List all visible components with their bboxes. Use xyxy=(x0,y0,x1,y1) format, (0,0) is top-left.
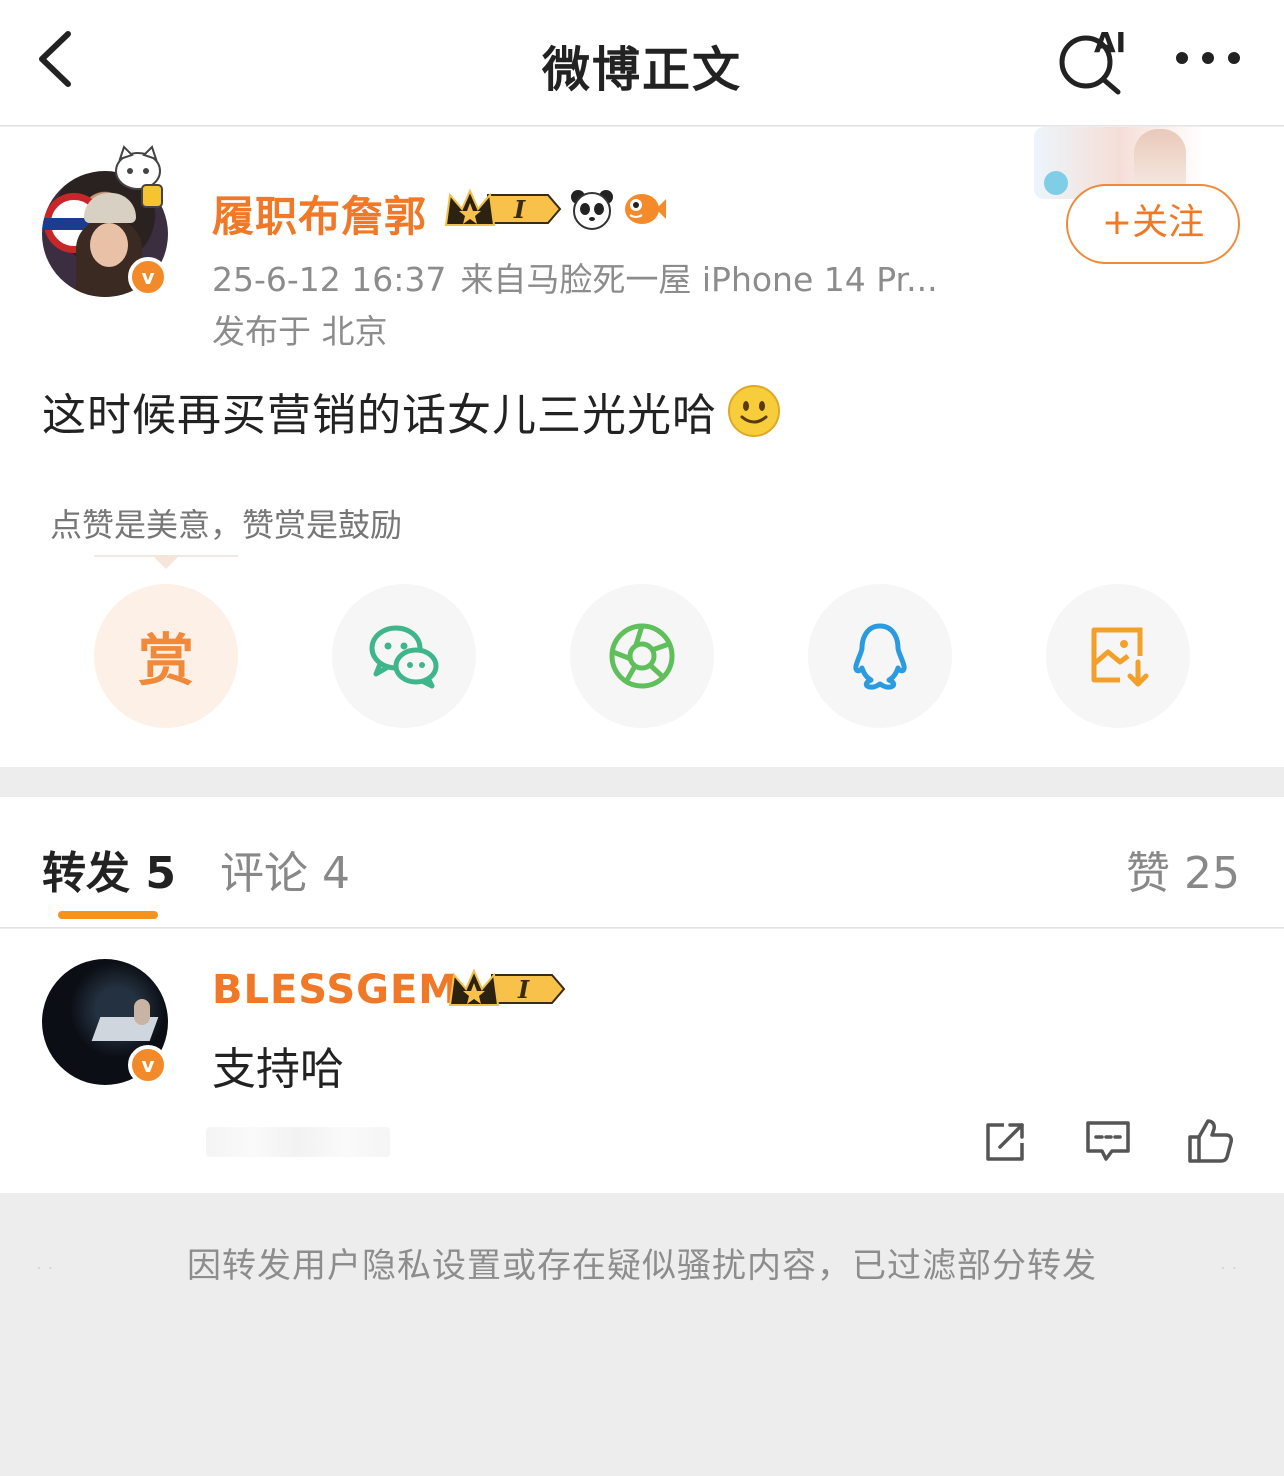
repost-user-avatar[interactable]: v xyxy=(42,959,170,1087)
more-options-icon[interactable] xyxy=(1168,38,1248,78)
tab-repost[interactable]: 转发 5 xyxy=(42,837,176,901)
decor-dots-right: · · xyxy=(1220,1258,1238,1279)
vip-crown-badge-icon[interactable]: I xyxy=(448,967,566,1011)
repost-actions xyxy=(982,1117,1234,1169)
smile-emoji-icon xyxy=(728,385,780,437)
share-wechat-button[interactable] xyxy=(332,584,476,728)
active-tab-indicator xyxy=(58,911,158,919)
save-image-icon xyxy=(1091,627,1149,687)
follow-button[interactable]: +关注 xyxy=(1066,184,1240,264)
moments-icon xyxy=(609,623,675,689)
verified-badge: v xyxy=(128,257,168,297)
qq-penguin-icon xyxy=(853,623,907,690)
reward-tip: 点赞是美意，赞赏是鼓励 xyxy=(50,506,403,544)
wechat-icon xyxy=(369,625,439,689)
repost-user-name[interactable]: BLESSGEM xyxy=(212,967,459,1013)
top-nav-bar: 微博正文 AI xyxy=(0,0,1284,126)
repost-text: 支持哈 xyxy=(212,1044,344,1095)
fish-icon xyxy=(625,194,666,224)
comment-icon[interactable] xyxy=(1084,1117,1132,1165)
post-source: 来自马脸死一屋 iPhone 14 Pr... xyxy=(460,260,938,299)
reward-button[interactable]: 赏 xyxy=(94,584,238,728)
reward-tip-caret xyxy=(152,555,180,569)
save-image-button[interactable] xyxy=(1046,584,1190,728)
reward-label: 赏 xyxy=(138,628,194,694)
share-qq-button[interactable] xyxy=(808,584,952,728)
post-meta: 25-6-12 16:37 来自马脸死一屋 iPhone 14 Pr... xyxy=(212,253,1002,301)
cat-pendant-icon xyxy=(115,145,163,208)
post-card: v 履职布詹郭 I 25-6-12 16:37 来自马脸死一屋 iPhone 1… xyxy=(0,127,1284,767)
post-location: 发布于 北京 xyxy=(212,312,388,351)
verified-badge: v xyxy=(128,1045,168,1085)
ai-label: AI xyxy=(1094,26,1126,59)
author-badges: I xyxy=(444,187,666,231)
share-moments-button[interactable] xyxy=(570,584,714,728)
like-thumb-icon[interactable] xyxy=(1186,1117,1234,1165)
post-time: 25-6-12 16:37 xyxy=(212,260,447,299)
vip-crown-badge-icon[interactable]: I xyxy=(444,187,562,231)
author-name[interactable]: 履职布詹郭 xyxy=(212,183,427,244)
tab-like[interactable]: 赞 25 xyxy=(1126,837,1240,901)
interaction-tabs: 转发 5 评论 4 赞 25 xyxy=(0,797,1284,928)
ai-search-icon[interactable]: AI xyxy=(1056,22,1136,96)
filter-notice: 因转发用户隐私设置或存在疑似骚扰内容，已过滤部分转发 xyxy=(187,1246,1097,1286)
repost-time-blurred xyxy=(206,1127,390,1157)
vip-level: I xyxy=(517,975,530,1004)
post-content: 这时候再买营销的话女儿三光光哈 xyxy=(42,379,781,443)
vip-level: I xyxy=(513,195,526,224)
post-text: 这时候再买营销的话女儿三光光哈 xyxy=(42,390,717,441)
share-actions: 赏 xyxy=(94,584,1194,728)
forward-icon[interactable] xyxy=(982,1117,1030,1165)
panda-icon xyxy=(571,190,613,230)
tab-comment[interactable]: 评论 4 xyxy=(220,837,350,901)
repost-item[interactable]: v BLESSGEM I 支持哈 xyxy=(0,929,1284,1193)
